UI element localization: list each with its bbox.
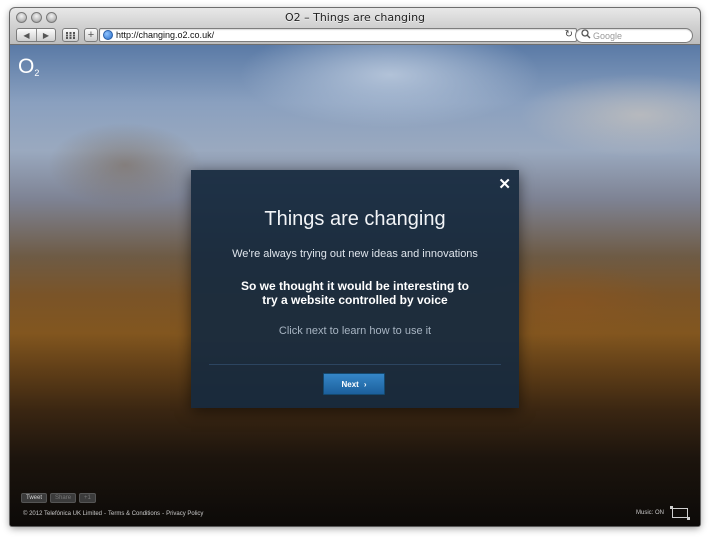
- terms-link[interactable]: Terms & Conditions: [108, 511, 160, 517]
- globe-icon: [103, 30, 113, 40]
- footer-separator: -: [162, 511, 165, 517]
- dialog-bold-line-2: try a website controlled by voice: [262, 293, 448, 307]
- dialog-intro-text: We're always trying out new ideas and in…: [232, 248, 478, 260]
- share-button[interactable]: Share: [50, 493, 77, 503]
- tweet-button[interactable]: Tweet: [21, 493, 48, 503]
- logo-main: O: [18, 55, 34, 78]
- footer-links: © 2012 Telefónica UK Limited - Terms & C…: [23, 511, 203, 517]
- dialog-bold-text: So we thought it would be interesting to…: [191, 279, 519, 307]
- plus-one-label: +1: [84, 495, 91, 501]
- browser-chrome: O2 – Things are changing ◀ ▶ + http://ch…: [10, 8, 700, 45]
- dialog-title: Things are changing: [264, 208, 446, 230]
- nav-buttons: ◀ ▶: [16, 28, 56, 42]
- next-button-label: Next: [341, 379, 359, 389]
- privacy-link[interactable]: Privacy Policy: [166, 511, 203, 517]
- dialog-hint-text: Click next to learn how to use it: [278, 325, 432, 337]
- dialog-bold-line-1: So we thought it would be interesting to: [241, 279, 469, 293]
- copyright-text: © 2012 Telefónica UK Limited: [23, 511, 103, 517]
- fullscreen-icon[interactable]: [670, 506, 690, 520]
- share-label: Share: [55, 495, 72, 501]
- url-text[interactable]: http://changing.o2.co.uk/: [116, 30, 214, 40]
- next-button[interactable]: Next ›: [323, 373, 385, 395]
- plus-one-button[interactable]: +1: [79, 493, 96, 503]
- o2-logo[interactable]: O2: [18, 55, 39, 79]
- forward-button[interactable]: ▶: [35, 29, 55, 41]
- intro-dialog: ✕ Things are changing We're always tryin…: [191, 170, 519, 408]
- reload-icon[interactable]: ↻: [565, 29, 573, 40]
- dialog-divider: [209, 364, 501, 365]
- top-sites-button[interactable]: [62, 28, 79, 42]
- footer-separator: -: [104, 511, 107, 517]
- tweet-label: Tweet: [26, 495, 43, 501]
- add-bookmark-button[interactable]: +: [84, 28, 98, 42]
- window-title: O2 – Things are changing: [284, 11, 426, 24]
- social-buttons: Tweet Share +1: [21, 493, 96, 503]
- music-toggle[interactable]: Music: ON: [636, 510, 664, 516]
- logo-sub: 2: [34, 68, 39, 78]
- browser-window: O2 – Things are changing ◀ ▶ + http://ch…: [10, 8, 700, 526]
- chevron-right-icon: ›: [363, 379, 367, 389]
- search-placeholder: Google: [593, 31, 623, 41]
- search-field[interactable]: Google: [575, 28, 693, 43]
- page-content: O2 ✕ Things are changing We're always tr…: [10, 45, 700, 526]
- grid-icon: [66, 31, 75, 39]
- search-icon: [581, 29, 591, 41]
- footer-controls: Music: ON: [636, 506, 690, 520]
- address-bar[interactable]: http://changing.o2.co.uk/ ↻: [99, 28, 577, 42]
- close-icon[interactable]: ✕: [498, 175, 511, 193]
- back-button[interactable]: ◀: [17, 29, 36, 41]
